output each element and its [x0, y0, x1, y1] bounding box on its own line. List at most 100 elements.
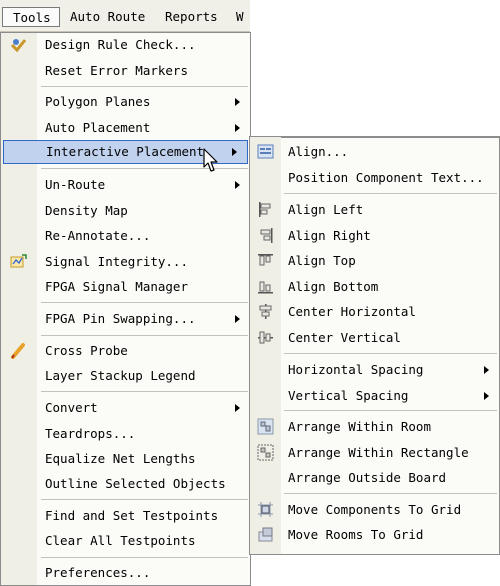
- interactive-placement-submenu: Align... Position Component Text... Alig…: [249, 136, 500, 555]
- menu-item-label: Move Rooms To Grid: [288, 527, 424, 542]
- menu-item-label: Vertical Spacing: [288, 388, 409, 403]
- menu-item-find-and-set-testpoints[interactable]: Find and Set Testpoints: [1, 505, 250, 527]
- align-dialog-icon: [257, 144, 274, 159]
- menu-item-teardrops[interactable]: Teardrops...: [1, 423, 250, 445]
- menu-separator: [41, 335, 248, 336]
- menu-item-label: Align Top: [288, 253, 356, 268]
- menu-item-label: Teardrops...: [45, 426, 136, 441]
- menu-item-label: Polygon Planes: [45, 94, 151, 109]
- submenu-top-border: [250, 137, 499, 139]
- menu-item-density-map[interactable]: Density Map: [1, 200, 250, 222]
- menu-item-label: Interactive Placement: [46, 144, 205, 159]
- menu-item-fpga-signal-manager[interactable]: FPGA Signal Manager: [1, 276, 250, 298]
- menu-bar: Tools Auto Route Reports W: [0, 0, 250, 32]
- menu-separator: [284, 353, 497, 354]
- menu-item-label: Horizontal Spacing: [288, 362, 424, 377]
- menu-separator: [284, 193, 497, 194]
- menu-item-label: Move Components To Grid: [288, 502, 462, 517]
- menu-item-align[interactable]: Align...: [250, 141, 499, 163]
- move-components-to-grid-icon: [258, 502, 273, 517]
- menu-item-label: Find and Set Testpoints: [45, 508, 219, 523]
- menu-item-move-rooms-to-grid[interactable]: Move Rooms To Grid: [250, 524, 499, 546]
- menu-item-label: Layer Stackup Legend: [45, 368, 196, 383]
- submenu-arrow-icon: [235, 98, 240, 106]
- menu-item-label: FPGA Signal Manager: [45, 279, 188, 294]
- menu-item-label: Arrange Outside Board: [288, 470, 447, 485]
- menu-item-center-horizontal[interactable]: Center Horizontal: [250, 301, 499, 323]
- submenu-arrow-icon: [484, 366, 489, 374]
- menu-item-vertical-spacing[interactable]: Vertical Spacing: [250, 385, 499, 407]
- menu-item-un-route[interactable]: Un-Route: [1, 174, 250, 196]
- menu-auto-route[interactable]: Auto Route: [70, 7, 145, 27]
- menu-item-label: Center Vertical: [288, 330, 401, 345]
- menu-item-arrange-outside-board[interactable]: Arrange Outside Board: [250, 467, 499, 489]
- menu-item-label: Align Bottom: [288, 279, 379, 294]
- menu-tools[interactable]: Tools: [2, 7, 60, 27]
- menu-item-signal-integrity[interactable]: Signal Integrity...: [1, 251, 250, 273]
- menu-item-label: Re-Annotate...: [45, 228, 151, 243]
- menu-item-label: Arrange Within Room: [288, 419, 431, 434]
- menu-item-center-vertical[interactable]: Center Vertical: [250, 327, 499, 349]
- menu-item-label: Center Horizontal: [288, 304, 416, 319]
- arrange-within-room-icon: [257, 418, 274, 435]
- align-bottom-icon: [258, 281, 273, 294]
- submenu-arrow-icon: [235, 124, 240, 132]
- menu-item-equalize-net-lengths[interactable]: Equalize Net Lengths: [1, 448, 250, 470]
- menu-item-label: FPGA Pin Swapping...: [45, 311, 196, 326]
- menu-item-label: Equalize Net Lengths: [45, 451, 196, 466]
- align-left-icon: [259, 202, 271, 217]
- menu-window[interactable]: W: [236, 7, 244, 27]
- menu-item-auto-placement[interactable]: Auto Placement: [1, 117, 250, 139]
- menu-item-arrange-within-rectangle[interactable]: Arrange Within Rectangle: [250, 442, 499, 464]
- submenu-arrow-icon: [235, 404, 240, 412]
- mouse-pointer-icon: [203, 148, 218, 172]
- move-rooms-to-grid-icon: [258, 527, 273, 542]
- menu-item-position-component-text[interactable]: Position Component Text...: [250, 167, 499, 189]
- menu-reports[interactable]: Reports: [165, 7, 218, 27]
- center-horizontal-icon: [259, 304, 272, 319]
- menu-item-clear-all-testpoints[interactable]: Clear All Testpoints: [1, 530, 250, 552]
- menu-item-align-bottom[interactable]: Align Bottom: [250, 276, 499, 298]
- menu-separator: [284, 493, 497, 494]
- cross-probe-icon: [11, 343, 25, 359]
- align-right-icon: [260, 228, 273, 243]
- menu-item-fpga-pin-swapping[interactable]: FPGA Pin Swapping...: [1, 308, 250, 330]
- menu-item-move-components-to-grid[interactable]: Move Components To Grid: [250, 499, 499, 521]
- submenu-arrow-icon: [484, 392, 489, 400]
- menu-item-label: Position Component Text...: [288, 170, 484, 185]
- menu-separator: [41, 557, 248, 558]
- menu-item-cross-probe[interactable]: Cross Probe: [1, 340, 250, 362]
- menu-item-horizontal-spacing[interactable]: Horizontal Spacing: [250, 359, 499, 381]
- menu-separator: [41, 302, 248, 303]
- menu-item-preferences[interactable]: Preferences...: [1, 562, 250, 584]
- submenu-arrow-icon: [232, 148, 237, 156]
- menu-item-label: Density Map: [45, 203, 128, 218]
- menu-item-layer-stackup-legend[interactable]: Layer Stackup Legend: [1, 365, 250, 387]
- center-vertical-icon: [258, 331, 273, 344]
- menu-item-re-annotate[interactable]: Re-Annotate...: [1, 225, 250, 247]
- tools-menu: Design Rule Check... Reset Error Markers…: [0, 32, 251, 586]
- menu-item-align-right[interactable]: Align Right: [250, 225, 499, 247]
- menu-item-align-left[interactable]: Align Left: [250, 199, 499, 221]
- menu-item-label: Auto Placement: [45, 120, 151, 135]
- arrange-within-rectangle-icon: [257, 444, 274, 461]
- menu-item-arrange-within-room[interactable]: Arrange Within Room: [250, 416, 499, 438]
- menu-item-reset-error-markers[interactable]: Reset Error Markers: [1, 60, 250, 82]
- menu-item-convert[interactable]: Convert: [1, 397, 250, 419]
- menu-item-label: Outline Selected Objects: [45, 476, 226, 491]
- menu-item-label: Align Right: [288, 228, 371, 243]
- menu-item-label: Arrange Within Rectangle: [288, 445, 469, 460]
- design-rule-check-icon: [10, 39, 27, 53]
- menu-item-label: Signal Integrity...: [45, 254, 188, 269]
- menu-item-outline-selected-objects[interactable]: Outline Selected Objects: [1, 473, 250, 495]
- submenu-arrow-icon: [235, 315, 240, 323]
- menu-item-label: Convert: [45, 400, 98, 415]
- menu-item-label: Cross Probe: [45, 343, 128, 358]
- menu-item-align-top[interactable]: Align Top: [250, 250, 499, 272]
- submenu-arrow-icon: [235, 181, 240, 189]
- menu-item-label: Un-Route: [45, 177, 106, 192]
- menu-item-polygon-planes[interactable]: Polygon Planes: [1, 91, 250, 113]
- menu-separator: [41, 499, 248, 500]
- menu-item-design-rule-check[interactable]: Design Rule Check...: [1, 34, 250, 56]
- menu-separator: [41, 86, 248, 87]
